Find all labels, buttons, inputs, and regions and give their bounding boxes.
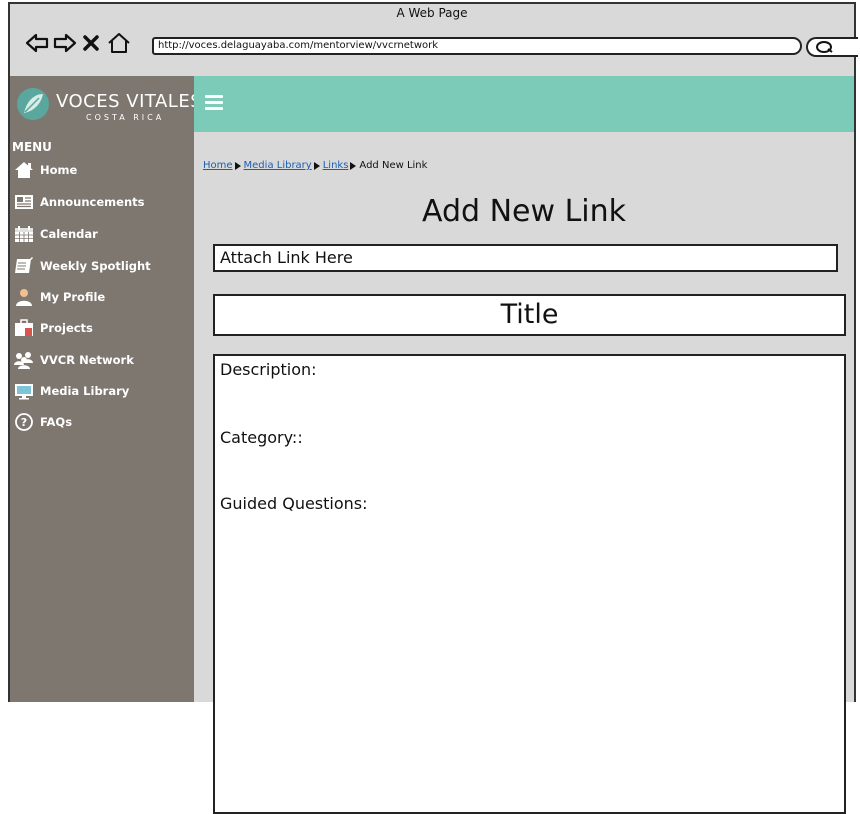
close-icon <box>83 35 99 51</box>
user-icon <box>16 289 32 306</box>
hamburger-menu-icon[interactable] <box>205 95 223 111</box>
briefcase-icon <box>15 319 33 336</box>
description-label: Description: <box>220 360 317 379</box>
search-icon <box>816 41 833 53</box>
address-bar[interactable]: http://voces.delaguayaba.com/mentorview/… <box>152 37 802 55</box>
forward-button[interactable] <box>52 30 78 56</box>
window-title: A Web Page <box>396 6 468 20</box>
sidebar-item-label: Projects <box>40 321 93 335</box>
breadcrumb-home[interactable]: Home <box>203 160 233 171</box>
back-button[interactable] <box>24 30 50 56</box>
guided-questions-label: Guided Questions: <box>220 494 368 513</box>
browser-window: A Web Page http://voces.delaguayaba.com/… <box>8 2 858 814</box>
sidebar-item-my-profile[interactable]: My Profile <box>14 283 105 311</box>
search-button[interactable] <box>806 37 858 57</box>
sidebar-item-label: Announcements <box>40 195 145 209</box>
voces-vitales-logo-icon <box>17 88 49 120</box>
breadcrumb-media-library[interactable]: Media Library <box>244 160 312 171</box>
breadcrumb-separator-icon <box>313 161 320 170</box>
notebook-icon <box>15 257 33 273</box>
home-nav-button[interactable] <box>106 30 132 56</box>
breadcrumb-links[interactable]: Links <box>323 160 349 171</box>
home-icon <box>15 162 33 178</box>
sidebar-item-label: FAQs <box>40 415 73 429</box>
svg-text:?: ? <box>21 416 27 429</box>
sidebar-item-home[interactable]: Home <box>14 156 77 184</box>
sidebar-item-label: My Profile <box>40 290 106 304</box>
breadcrumb-separator-icon <box>234 161 241 170</box>
sidebar-item-label: Media Library <box>40 384 130 398</box>
breadcrumb-separator-icon <box>350 161 357 170</box>
sidebar-item-label: Calendar <box>40 227 98 241</box>
category-label: Category:: <box>220 428 303 447</box>
brand-tagline: COSTA RICA <box>86 113 165 122</box>
sidebar: MENU Home Announcements Calendar Weekly … <box>10 132 194 702</box>
sidebar-item-label: Weekly Spotlight <box>40 259 151 273</box>
main-content: Home Media Library Links Add New Link Ad… <box>194 132 854 814</box>
sidebar-item-calendar[interactable]: Calendar <box>14 220 98 248</box>
group-icon <box>14 352 33 369</box>
menu-title: MENU <box>12 140 52 154</box>
calendar-icon <box>15 226 33 242</box>
sidebar-item-announcements[interactable]: Announcements <box>14 188 144 216</box>
brand-name: VOCES VITALES <box>56 91 203 112</box>
house-outline-icon <box>108 33 130 53</box>
stop-button[interactable] <box>80 30 102 56</box>
sidebar-item-label: Home <box>40 163 78 177</box>
page-title: Add New Link <box>421 194 627 229</box>
back-arrow-icon <box>25 33 49 53</box>
forward-arrow-icon <box>53 33 77 53</box>
browser-chrome: A Web Page http://voces.delaguayaba.com/… <box>10 4 858 78</box>
help-icon: ? <box>15 413 33 431</box>
top-bar <box>194 76 854 132</box>
sidebar-item-label: VVCR Network <box>40 353 134 367</box>
sidebar-item-vvcr-network[interactable]: VVCR Network <box>14 346 134 374</box>
newspaper-icon <box>15 195 33 209</box>
description-textarea[interactable]: Description: Category:: Guided Questions… <box>213 354 846 814</box>
sidebar-item-projects[interactable]: Projects <box>14 314 93 342</box>
link-url-input[interactable]: Attach Link Here <box>213 244 838 272</box>
title-input[interactable]: Title <box>213 294 846 336</box>
sidebar-item-media-library[interactable]: Media Library <box>14 377 129 405</box>
breadcrumb-current: Add New Link <box>359 160 428 171</box>
sidebar-item-faqs[interactable]: ? FAQs <box>14 408 72 436</box>
breadcrumb: Home Media Library Links Add New Link <box>203 160 427 171</box>
logo-area[interactable]: VOCES VITALES COSTA RICA <box>10 76 202 132</box>
sidebar-item-weekly-spotlight[interactable]: Weekly Spotlight <box>14 252 151 280</box>
monitor-icon <box>15 384 33 400</box>
